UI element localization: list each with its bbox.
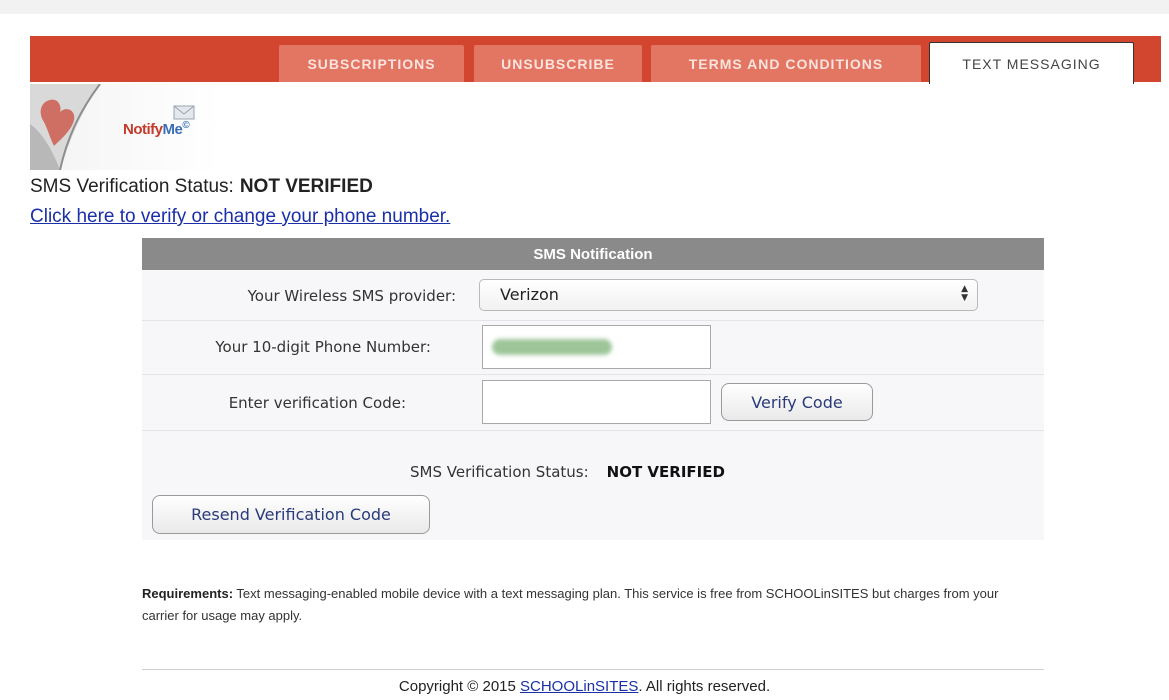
verify-phone-link[interactable]: Click here to verify or change your phon… xyxy=(30,206,450,228)
copyright-prefix: Copyright © 2015 xyxy=(398,678,521,695)
logo-part-notify: Notify xyxy=(123,121,163,138)
redacted-phone-number xyxy=(492,339,612,355)
provider-selected-value: Verizon xyxy=(500,285,559,304)
logo-part-me: Me xyxy=(162,121,183,138)
verification-code-input[interactable] xyxy=(482,380,711,424)
select-arrows-icon: ▲ ▼ xyxy=(961,284,968,303)
requirements-body: Text messaging-enabled mobile device wit… xyxy=(142,586,999,623)
tab-text-messaging[interactable]: TEXT MESSAGING xyxy=(929,42,1134,84)
footer-divider xyxy=(142,669,1044,670)
panel-status-line: SMS Verification Status: NOT VERIFIED xyxy=(410,463,725,481)
verify-code-button[interactable]: Verify Code xyxy=(721,383,873,421)
sms-status-line: SMS Verification Status: NOT VERIFIED xyxy=(30,176,373,198)
resend-code-button[interactable]: Resend Verification Code xyxy=(152,495,430,534)
sms-panel-title: SMS Notification xyxy=(142,238,1044,270)
panel-status-value: NOT VERIFIED xyxy=(606,463,725,481)
row-divider xyxy=(142,320,1044,321)
logo-mark: © xyxy=(182,120,190,131)
logo-wordmark: NotifyMe© xyxy=(123,120,190,138)
tab-terms-and-conditions[interactable]: TERMS AND CONDITIONS xyxy=(651,45,921,82)
phone-label: Your 10-digit Phone Number: xyxy=(215,338,431,356)
sms-status-label: SMS Verification Status: xyxy=(30,176,234,197)
copyright: Copyright © 2015 SCHOOLinSITES. All righ… xyxy=(0,678,1169,695)
code-label: Enter verification Code: xyxy=(228,394,406,412)
requirements-label: Requirements: xyxy=(142,586,234,601)
schoolinsites-link[interactable]: SCHOOLinSITES xyxy=(520,678,638,695)
copyright-suffix: . All rights reserved. xyxy=(638,678,771,695)
envelope-icon xyxy=(173,105,195,120)
row-divider xyxy=(142,374,1044,375)
tab-subscriptions[interactable]: SUBSCRIPTIONS xyxy=(279,45,464,82)
top-gap xyxy=(0,0,1169,14)
provider-label: Your Wireless SMS provider: xyxy=(247,287,456,305)
panel-status-label: SMS Verification Status: xyxy=(410,463,589,481)
row-divider xyxy=(142,430,1044,431)
notifyme-logo: NotifyMe© xyxy=(30,84,220,170)
provider-select[interactable]: Verizon ▲ ▼ xyxy=(479,279,978,311)
requirements-text: Requirements: Text messaging-enabled mob… xyxy=(142,583,1002,627)
tab-unsubscribe[interactable]: UNSUBSCRIBE xyxy=(474,45,642,82)
sms-status-value: NOT VERIFIED xyxy=(239,176,373,197)
